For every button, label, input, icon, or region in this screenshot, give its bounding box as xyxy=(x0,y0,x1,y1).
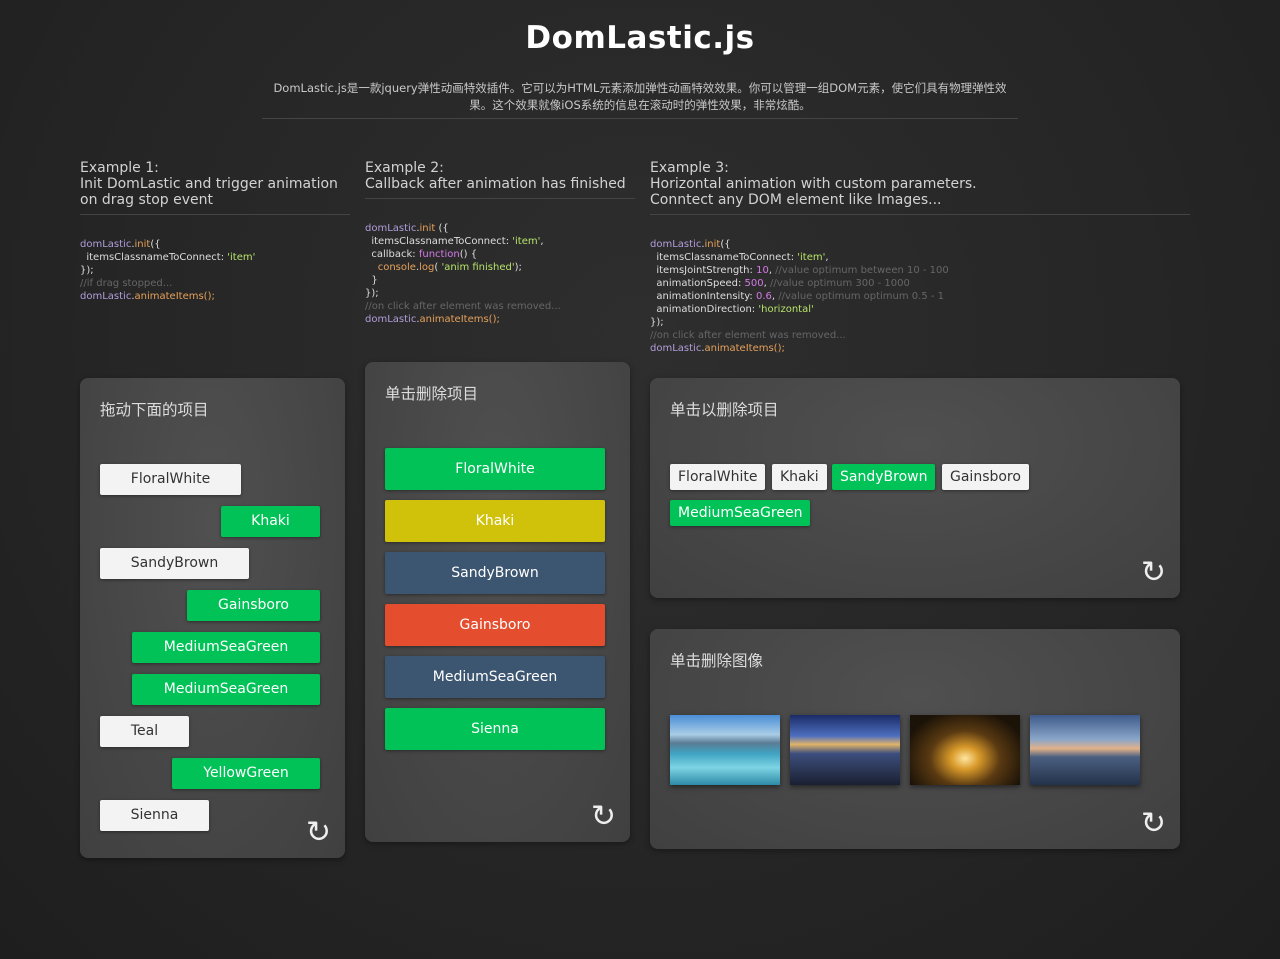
reset-icon[interactable]: ↻ xyxy=(591,802,616,832)
drag-item[interactable]: YellowGreen xyxy=(172,758,320,789)
image-panel-title: 单击删除图像 xyxy=(670,652,764,670)
example-1-label: Example 1: xyxy=(80,160,159,176)
delete-item[interactable]: Sienna xyxy=(385,708,605,750)
example-2-header: Example 2: Callback after animation has … xyxy=(365,160,635,199)
click-delete-panel: 单击删除项目 FloralWhite Khaki SandyBrown Gain… xyxy=(365,362,630,842)
coast-rocks-image[interactable] xyxy=(1030,715,1140,785)
delete-item[interactable]: Gainsboro xyxy=(385,604,605,646)
example-2-heading: Callback after animation has finished xyxy=(365,176,626,192)
sunset-image[interactable] xyxy=(910,715,1020,785)
example-3-heading: Horizontal animation with custom paramet… xyxy=(650,176,977,208)
horizontal-item[interactable]: MediumSeaGreen xyxy=(670,500,811,526)
page-description: DomLastic.js是一款jquery弹性动画特效插件。它可以为HTML元素… xyxy=(262,80,1018,119)
reset-icon[interactable]: ↻ xyxy=(1141,809,1166,839)
horizontal-panel-title: 单击以删除项目 xyxy=(670,401,779,419)
example-3-header: Example 3: Horizontal animation with cus… xyxy=(650,160,1190,215)
drag-item[interactable]: MediumSeaGreen xyxy=(132,674,320,705)
image-panel: 单击删除图像 ↻ xyxy=(650,629,1180,849)
horizontal-item[interactable]: SandyBrown xyxy=(832,464,936,490)
drag-item[interactable]: Gainsboro xyxy=(187,590,320,621)
example-1-code: domLastic.init({ itemsClassnameToConnect… xyxy=(80,239,256,302)
drag-item[interactable]: FloralWhite xyxy=(100,464,241,495)
click-delete-panel-title: 单击删除项目 xyxy=(385,385,479,403)
drag-item[interactable]: Sienna xyxy=(100,800,209,831)
delete-item[interactable]: SandyBrown xyxy=(385,552,605,594)
example-2-label: Example 2: xyxy=(365,160,444,176)
reset-icon[interactable]: ↻ xyxy=(1141,558,1166,588)
delete-item[interactable]: MediumSeaGreen xyxy=(385,656,605,698)
example-2-code: domLastic.init ({ itemsClassnameToConnec… xyxy=(365,223,561,325)
example-3-label: Example 3: xyxy=(650,160,729,176)
horizontal-item[interactable]: Gainsboro xyxy=(942,464,1029,490)
glacier-image[interactable] xyxy=(670,715,780,785)
horizontal-panel: 单击以删除项目 FloralWhite Khaki SandyBrown Gai… xyxy=(650,378,1180,598)
drag-panel-title: 拖动下面的项目 xyxy=(100,401,209,419)
horizontal-item[interactable]: FloralWhite xyxy=(670,464,766,490)
delete-item[interactable]: Khaki xyxy=(385,500,605,542)
horizontal-item[interactable]: Khaki xyxy=(772,464,827,490)
page-title: DomLastic.js xyxy=(525,20,755,56)
example-1-header: Example 1: Init DomLastic and trigger an… xyxy=(80,160,350,215)
drag-item[interactable]: Teal xyxy=(100,716,189,747)
drag-item[interactable]: SandyBrown xyxy=(100,548,249,579)
delete-item[interactable]: FloralWhite xyxy=(385,448,605,490)
example-1-heading: Init DomLastic and trigger animation on … xyxy=(80,176,338,208)
reset-icon[interactable]: ↻ xyxy=(306,818,331,848)
drag-panel: 拖动下面的项目 FloralWhite Khaki SandyBrown Gai… xyxy=(80,378,345,858)
rocky-shore-image[interactable] xyxy=(790,715,900,785)
drag-item[interactable]: MediumSeaGreen xyxy=(132,632,320,663)
drag-item[interactable]: Khaki xyxy=(221,506,320,537)
example-3-code: domLastic.init({ itemsClassnameToConnect… xyxy=(650,239,949,354)
